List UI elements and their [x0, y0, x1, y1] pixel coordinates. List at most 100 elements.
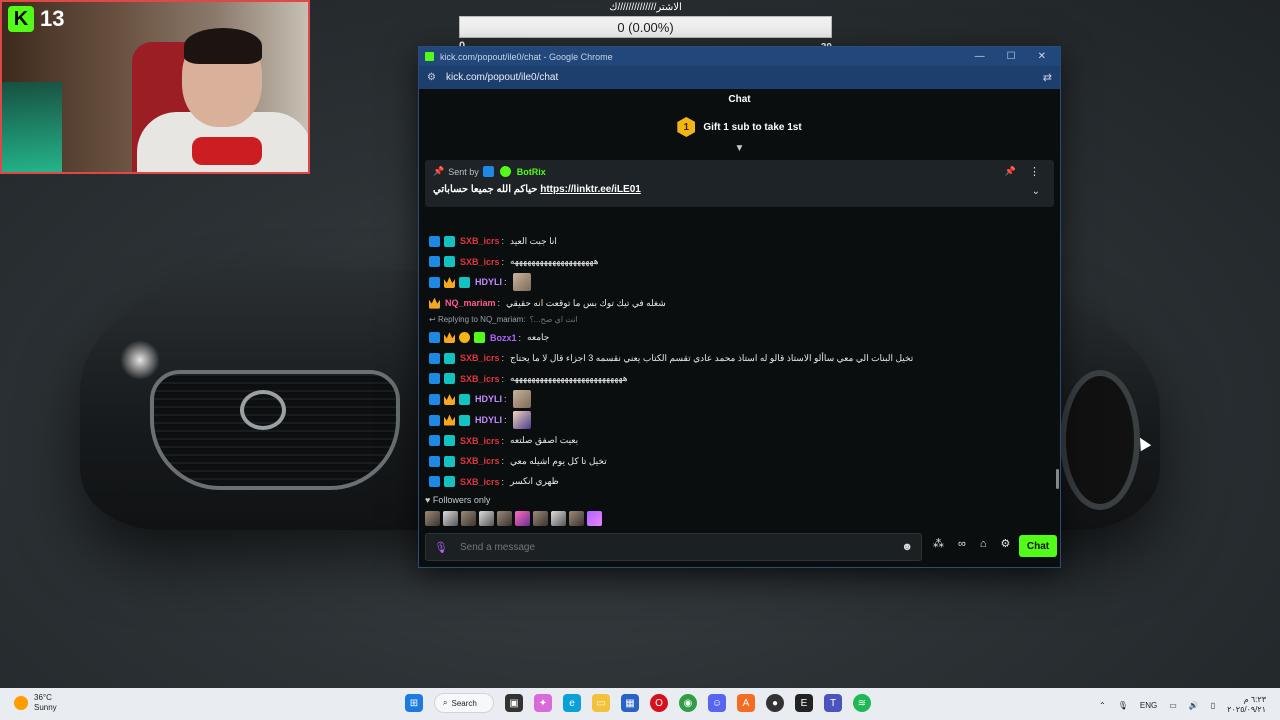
kick-count: 13	[40, 6, 65, 31]
chat-scrollbar[interactable]	[1056, 469, 1059, 489]
chevron-up-icon[interactable]: ⌃	[1099, 701, 1106, 710]
settings-gear-icon[interactable]: ⚙	[1001, 537, 1011, 550]
weather-widget[interactable]: 36°C Sunny	[14, 693, 57, 713]
tier-badge-icon	[444, 373, 455, 385]
chat-tools: ⁂ ∞ ⌂ ⚙	[933, 537, 1011, 551]
emoji-icon[interactable]: ☻	[901, 541, 913, 553]
file-explorer-icon[interactable]: ▭	[592, 694, 610, 712]
chat-username[interactable]: SXB_icrs	[460, 236, 500, 246]
url-text[interactable]: kick.com/popout/ile0/chat	[446, 72, 1043, 83]
obs-icon[interactable]: ●	[766, 694, 784, 712]
sun-icon	[14, 696, 28, 710]
avatar[interactable]	[425, 511, 440, 526]
pinned-link[interactable]: https://linktr.ee/iLE01	[540, 184, 641, 195]
chat-username[interactable]: HDYLI	[475, 415, 502, 425]
send-chat-button[interactable]: Chat	[1019, 535, 1057, 557]
battery-icon[interactable]: ▯	[1211, 701, 1215, 710]
clock-date: ٢٠٢٥/٠٩/٢١	[1227, 705, 1266, 714]
task-view-icon[interactable]: ▣	[505, 694, 523, 712]
chat-username[interactable]: HDYLI	[475, 277, 502, 287]
mod-badge-icon	[429, 276, 440, 288]
translate-icon[interactable]: ⇄	[1043, 71, 1052, 84]
chat-username[interactable]: SXB_icrs	[460, 353, 500, 363]
microphone-tray-icon[interactable]: 🎙	[1118, 701, 1128, 710]
pinned-bot-name[interactable]: BotRix	[517, 167, 546, 177]
address-bar[interactable]: ⚙ kick.com/popout/ile0/chat ⇄	[419, 66, 1060, 89]
epic-games-icon[interactable]: E	[795, 694, 813, 712]
chat-composer[interactable]: 🎙 ☻	[425, 533, 922, 561]
tier-badge-icon	[444, 476, 455, 488]
avatar[interactable]	[551, 511, 566, 526]
close-icon[interactable]: ✕	[1038, 51, 1046, 62]
avatar[interactable]	[497, 511, 512, 526]
car-grille	[150, 370, 400, 490]
chat-username[interactable]: SXB_icrs	[460, 477, 500, 487]
chat-username[interactable]: SXB_icrs	[460, 436, 500, 446]
chat-username[interactable]: SXB_icrs	[460, 456, 500, 466]
infinity-icon[interactable]: ∞	[958, 538, 966, 550]
unpin-icon[interactable]: 📌	[1005, 166, 1016, 177]
chat-message-input[interactable]	[459, 541, 890, 553]
avatar[interactable]	[587, 511, 602, 526]
viewer-avatars	[425, 511, 602, 526]
emote-image	[512, 390, 531, 409]
collapse-chevron-icon[interactable]: ▼	[419, 143, 1060, 155]
tier-badge-icon	[444, 352, 455, 364]
avatar[interactable]	[515, 511, 530, 526]
opera-icon[interactable]: O	[650, 694, 668, 712]
maximize-icon[interactable]: ☐	[1007, 51, 1016, 62]
mod-badge-icon	[429, 393, 440, 405]
language-indicator[interactable]: ENG	[1140, 701, 1157, 710]
teams-icon[interactable]: T	[824, 694, 842, 712]
spotify-icon[interactable]: ≋	[853, 694, 871, 712]
chat-message: SXB_icrs: تخيل البنات الي معي ساألو الاست…	[429, 348, 1049, 369]
expand-chevron-icon[interactable]: ⌄	[1032, 186, 1040, 197]
pinned-message-text: حياكم الله جميعا حساباتي	[433, 184, 538, 195]
more-options-icon[interactable]: ⋮	[1029, 165, 1040, 178]
chat-username[interactable]: SXB_icrs	[460, 374, 500, 384]
volume-icon[interactable]: 🔊	[1189, 701, 1199, 710]
taskbar-search[interactable]: ⌕ Search	[434, 693, 494, 713]
avatar[interactable]	[533, 511, 548, 526]
chat-username[interactable]: SXB_icrs	[460, 257, 500, 267]
followers-only-label: Followers only	[432, 495, 491, 505]
chat-username[interactable]: Bozx1	[490, 333, 517, 343]
crown-badge-icon	[444, 332, 455, 344]
app-a-icon[interactable]: A	[737, 694, 755, 712]
chat-message-text: تخيل البنات الي معي ساألو الاستاذ قالو ل…	[510, 352, 914, 363]
chat-message-text: هههههههههههههههههههههههههههه	[510, 373, 628, 384]
discord-icon[interactable]: ☺	[708, 694, 726, 712]
username-separator: :	[501, 435, 505, 446]
store-icon[interactable]: ⌂	[980, 538, 987, 550]
window-titlebar[interactable]: kick.com/popout/ile0/chat - Google Chrom…	[419, 47, 1060, 66]
gift-coin-icon: 1	[677, 117, 696, 137]
gift-sub-banner[interactable]: 1 Gift 1 sub to take 1st	[419, 111, 1060, 143]
chrome-icon[interactable]: ◉	[679, 694, 697, 712]
kick-logo-icon: K	[8, 6, 34, 32]
tier-badge-icon	[459, 414, 470, 426]
site-info-icon[interactable]: ⚙	[427, 72, 436, 83]
webcam-microphone	[192, 137, 262, 165]
avatar[interactable]	[461, 511, 476, 526]
network-icon[interactable]: ▭	[1169, 701, 1177, 710]
kicks-icon[interactable]: ⁂	[933, 537, 944, 550]
chat-message: HDYLI:	[429, 272, 1049, 293]
edge-icon[interactable]: e	[563, 694, 581, 712]
tier-badge-icon	[444, 435, 455, 447]
chat-username[interactable]: HDYLI	[475, 394, 502, 404]
heart-icon: ♥	[425, 495, 431, 505]
store-app-icon[interactable]: ▦	[621, 694, 639, 712]
chat-message: SXB_icrs: ههههههههههههههههههههه	[429, 252, 1049, 273]
start-windows-icon[interactable]: ⊞	[405, 694, 423, 712]
clock[interactable]: ٦:٢٣ م ٢٠٢٥/٠٩/٢١	[1227, 695, 1266, 715]
gift-badge-icon	[474, 332, 485, 344]
avatar[interactable]	[443, 511, 458, 526]
chat-message: SXB_icrs: انا جبت العيد	[429, 231, 1049, 252]
reply-context[interactable]: ↩ Replying to NQ_mariam: انت اي صح...؟	[429, 313, 1049, 327]
chat-username[interactable]: NQ_mariam	[445, 298, 496, 308]
minimize-icon[interactable]: —	[975, 51, 985, 62]
avatar[interactable]	[479, 511, 494, 526]
copilot-icon[interactable]: ✦	[534, 694, 552, 712]
avatar[interactable]	[569, 511, 584, 526]
microphone-icon[interactable]: 🎙	[434, 541, 448, 554]
